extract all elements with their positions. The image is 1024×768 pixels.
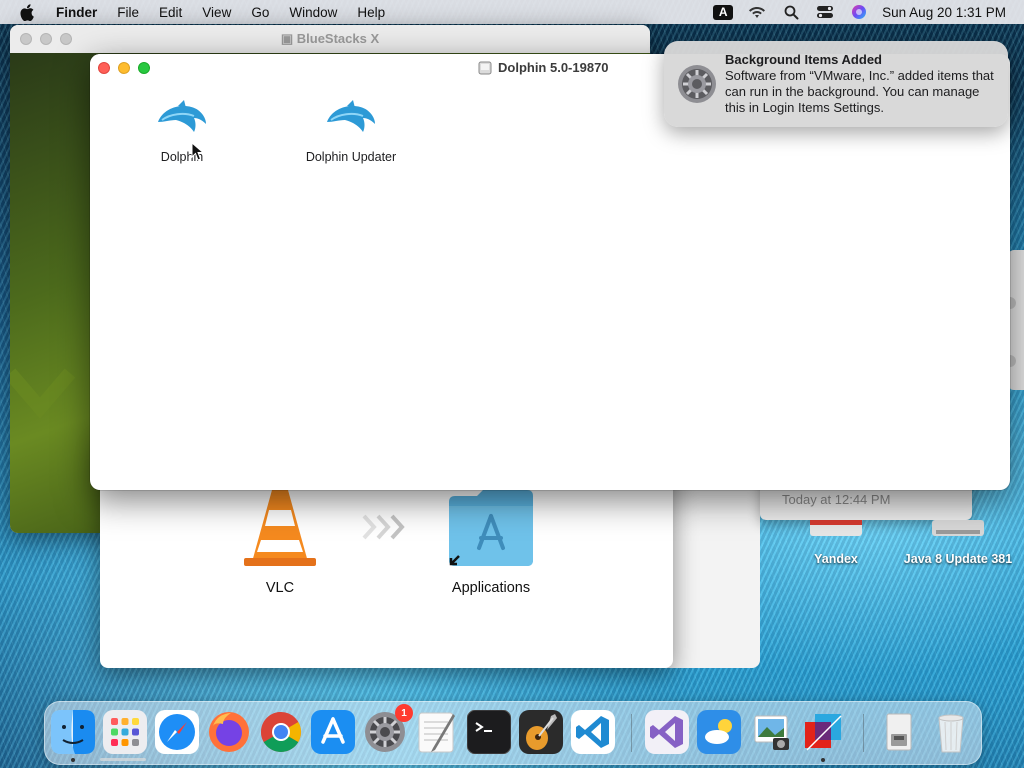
applications-label: Applications [451,580,531,596]
finder-window-title: Dolphin 5.0-19870 [498,60,609,75]
mouse-pointer-icon [191,142,205,161]
input-source-label: A [713,4,734,20]
install-arrow-icon [362,514,410,543]
disk-image-title-icon [478,61,492,74]
vmware-fusion-icon [805,714,842,751]
disk-drive-icon [932,520,984,536]
yandex-label: Yandex [814,552,858,566]
input-source-menu[interactable]: A [706,0,740,24]
weather-icon [697,710,741,754]
dock-app-store[interactable] [311,710,355,754]
dock-vscode[interactable] [571,710,615,754]
system-settings-gear-icon [678,65,716,103]
dolphin-updater-file[interactable]: Dolphin Updater [296,100,406,164]
dock-weather[interactable] [697,710,741,754]
visual-studio-icon [645,710,689,754]
dock-system-settings[interactable]: 1 [363,704,413,754]
dock-safari[interactable] [155,710,199,754]
preview-icon [754,715,789,750]
dolphin-updater-icon [327,100,375,132]
spotlight-search-icon[interactable] [774,0,808,24]
running-indicator [821,758,825,762]
menu-app-name[interactable]: Finder [54,5,107,20]
vlc-app-item[interactable]: VLC [230,488,330,596]
menu-file[interactable]: File [107,5,149,20]
terminal-icon [467,710,511,754]
trash-icon [938,714,964,753]
dock-preview[interactable] [749,710,793,754]
chrome-icon [261,712,301,752]
dock-finder[interactable] [51,710,95,754]
menu-edit[interactable]: Edit [149,5,192,20]
close-button[interactable] [98,62,110,74]
menu-bar: Finder File Edit View Go Window Help A S… [0,0,1024,24]
java-label: Java 8 Update 381 [903,552,1013,566]
disk-image-icon [886,713,912,751]
offscreen-window-edge [1008,250,1024,390]
running-indicator [71,758,75,762]
zoom-button[interactable] [138,62,150,74]
dock-separator [863,714,864,752]
notification-message: Software from “VMware, Inc.” added items… [725,68,994,115]
dock-garageband[interactable] [519,710,563,754]
dock-vmware-fusion[interactable] [801,710,845,754]
dolphin-app-icon [158,100,206,132]
dock-trash[interactable] [929,710,973,754]
garageband-icon [519,710,563,754]
menu-go[interactable]: Go [241,5,279,20]
safari-icon [155,710,199,754]
dock-chrome[interactable] [259,710,303,754]
bluestacks-logo-icon: ▣ [280,31,297,46]
dock-separator [631,714,632,752]
bluestacks-title: BlueStacks X [296,31,380,46]
dock-disk-image[interactable] [877,710,921,754]
dolphin-file-label: Dolphin [160,150,204,164]
dock-launchpad[interactable] [103,710,147,754]
dock: 1 [44,701,982,765]
dock-scroll-indicator [100,758,146,761]
apple-menu-icon[interactable] [18,3,36,21]
control-center-icon[interactable] [808,0,842,24]
minimize-button[interactable] [118,62,130,74]
vlc-label: VLC [265,580,295,596]
dock-textedit[interactable] [415,710,459,754]
dolphin-updater-label: Dolphin Updater [305,150,397,164]
notification-title: Background Items Added [725,52,882,67]
notification-banner[interactable]: Background Items Added Software from “VM… [664,41,1008,127]
applications-folder-icon [449,490,533,566]
bluestacks-titlebar[interactable]: ▣ BlueStacks X [10,25,650,54]
finder-icon [51,710,95,754]
menu-clock[interactable]: Sun Aug 20 1:31 PM [876,5,1024,20]
applications-folder-item[interactable]: Applications [440,488,542,596]
firefox-icon [209,712,249,752]
dolphin-app-file[interactable]: Dolphin [134,100,230,164]
menu-window[interactable]: Window [279,5,347,20]
dock-terminal[interactable] [467,710,511,754]
desktop-item-yandex[interactable]: Yandex [790,520,882,566]
dock-firefox[interactable] [207,710,251,754]
notification-badge: 1 [395,704,413,722]
launchpad-icon [103,710,147,754]
modified-timestamp: Today at 12:44 PM [782,492,891,507]
menu-view[interactable]: View [192,5,241,20]
app-store-icon [311,710,355,754]
bluestacks-chevron-graphic [10,368,76,419]
vscode-icon [571,710,615,754]
wifi-icon[interactable] [740,0,774,24]
menu-help[interactable]: Help [347,5,395,20]
siri-icon[interactable] [842,0,876,24]
disk-drive-icon [810,520,862,536]
desktop-item-java[interactable]: Java 8 Update 381 [896,520,1020,566]
vlc-cone-icon [244,490,316,566]
textedit-icon [418,712,455,753]
dock-visual-studio[interactable] [645,710,689,754]
